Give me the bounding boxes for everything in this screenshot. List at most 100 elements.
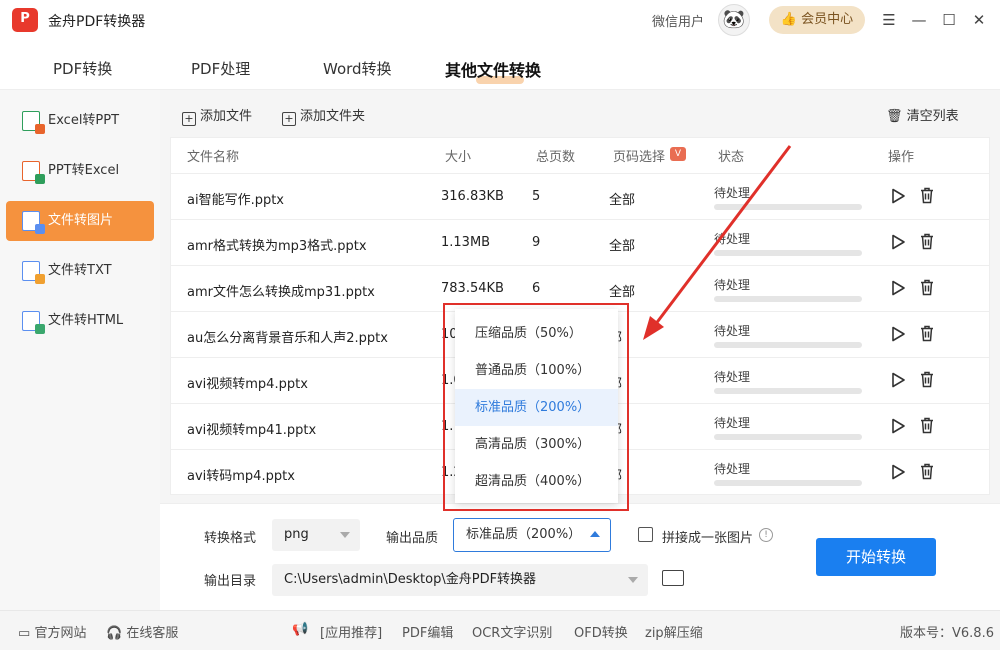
progress-bar — [714, 388, 862, 394]
link-ofd[interactable]: OFD转换 — [574, 622, 628, 641]
recommend-label: [应用推荐] — [320, 622, 382, 641]
sidebar-item-label: 文件转图片 — [48, 213, 113, 228]
info-icon[interactable]: ! — [759, 528, 773, 542]
add-file-icon: + — [182, 112, 196, 126]
tab-word-convert[interactable]: Word转换 — [323, 58, 392, 79]
add-file-label: 添加文件 — [200, 109, 252, 124]
status-text: 待处理 — [714, 184, 750, 201]
delete-icon[interactable] — [920, 325, 934, 342]
cell-name: amr格式转换为mp3格式.pptx — [187, 235, 367, 254]
add-folder-button[interactable]: +添加文件夹 — [282, 105, 365, 126]
quality-select[interactable]: 标准品质（200%） — [453, 518, 611, 552]
cell-name: ai智能写作.pptx — [187, 189, 284, 208]
chevron-up-icon — [590, 531, 600, 537]
online-service-label: 在线客服 — [126, 626, 178, 641]
thumb-up-icon: 👍 — [781, 12, 797, 27]
chevron-down-icon — [628, 577, 638, 583]
cell-size: 1.13MB — [441, 235, 490, 250]
delete-icon[interactable] — [920, 279, 934, 296]
cell-name: avi视频转mp4.pptx — [187, 373, 308, 392]
table-row[interactable]: ai智能写作.pptx 316.83KB 5 全部 待处理 — [171, 173, 989, 219]
menu-icon[interactable]: ☰ — [877, 8, 901, 32]
col-header-size: 大小 — [445, 146, 471, 165]
tab-pdf-process[interactable]: PDF处理 — [191, 58, 250, 79]
html-file-icon — [22, 311, 40, 331]
app-title: 金舟PDF转换器 — [48, 11, 145, 31]
output-dir-select[interactable]: C:\Users\admin\Desktop\金舟PDF转换器 — [272, 564, 648, 596]
play-icon[interactable] — [890, 464, 906, 480]
status-text: 待处理 — [714, 368, 750, 385]
col-header-status: 状态 — [718, 146, 744, 165]
cell-page-range: 全部 — [609, 189, 635, 208]
app-logo-icon: P — [12, 8, 38, 32]
cell-page-range: 全部 — [609, 281, 635, 300]
sidebar-item-file-to-txt[interactable]: 文件转TXT — [6, 251, 154, 291]
delete-icon[interactable] — [920, 233, 934, 250]
table-row[interactable]: amr格式转换为mp3格式.pptx1.13MB9全部待处理 — [171, 219, 989, 265]
cell-size: 316.83KB — [441, 189, 504, 204]
merge-label[interactable]: 拼接成一张图片 — [662, 527, 753, 546]
col-header-name: 文件名称 — [187, 146, 239, 165]
delete-icon[interactable] — [920, 417, 934, 434]
sidebar-item-file-to-image[interactable]: 文件转图片 — [6, 201, 154, 241]
cell-name: avi视频转mp41.pptx — [187, 419, 316, 438]
progress-bar — [714, 250, 862, 256]
cell-name: avi转码mp4.pptx — [187, 465, 295, 484]
monitor-icon: ▭ — [18, 626, 30, 641]
delete-icon[interactable] — [920, 371, 934, 388]
progress-bar — [714, 204, 862, 210]
format-select[interactable]: png — [272, 519, 360, 551]
sidebar-item-ppt-to-excel[interactable]: PPT转Excel — [6, 151, 154, 191]
col-header-pages: 总页数 — [536, 146, 575, 165]
format-label: 转换格式 — [204, 527, 256, 546]
status-text: 待处理 — [714, 322, 750, 339]
status-text: 待处理 — [714, 230, 750, 247]
cell-pages: 5 — [532, 189, 540, 204]
cell-name: amr文件怎么转换成mp31.pptx — [187, 281, 375, 300]
delete-icon[interactable] — [920, 187, 934, 204]
close-icon[interactable]: ✕ — [967, 8, 991, 32]
folder-icon[interactable] — [662, 570, 684, 586]
official-site-link[interactable]: ▭ 官方网站 — [18, 622, 86, 641]
play-icon[interactable] — [890, 326, 906, 342]
excel-file-icon — [22, 111, 40, 131]
maximize-icon[interactable]: ☐ — [937, 8, 961, 32]
vip-center-button[interactable]: 👍 会员中心 — [769, 6, 865, 34]
tab-pdf-convert[interactable]: PDF转换 — [53, 58, 112, 79]
chevron-down-icon — [340, 532, 350, 538]
play-icon[interactable] — [890, 280, 906, 296]
add-file-button[interactable]: + 添加文件 — [182, 105, 252, 126]
play-icon[interactable] — [890, 234, 906, 250]
delete-icon[interactable] — [920, 463, 934, 480]
play-icon[interactable] — [890, 372, 906, 388]
play-icon[interactable] — [890, 188, 906, 204]
link-pdf-edit[interactable]: PDF编辑 — [402, 622, 453, 641]
progress-bar — [714, 480, 862, 486]
cell-size: 783.54KB — [441, 281, 504, 296]
play-icon[interactable] — [890, 418, 906, 434]
progress-bar — [714, 296, 862, 302]
add-folder-label: 添加文件夹 — [300, 109, 365, 124]
headset-icon: 🎧 — [106, 626, 122, 641]
sidebar-item-excel-to-ppt[interactable]: Excel转PPT — [6, 101, 154, 141]
minimize-icon[interactable]: — — [907, 8, 931, 32]
clear-list-button[interactable]: 🗑 清空列表 — [886, 105, 959, 124]
quality-label: 输出品质 — [386, 527, 438, 546]
sidebar-item-file-to-html[interactable]: 文件转HTML — [6, 301, 154, 341]
avatar[interactable]: 🐼 — [718, 4, 750, 36]
start-convert-button[interactable]: 开始转换 — [816, 538, 936, 576]
online-service-link[interactable]: 🎧 在线客服 — [106, 622, 178, 641]
sidebar-item-label: PPT转Excel — [48, 163, 119, 178]
status-text: 待处理 — [714, 460, 750, 477]
user-name[interactable]: 微信用户 — [652, 11, 704, 30]
clear-list-label: 清空列表 — [907, 109, 959, 124]
link-ocr[interactable]: OCR文字识别 — [472, 622, 552, 641]
link-zip[interactable]: zip解压缩 — [645, 622, 703, 641]
output-dir-label: 输出目录 — [204, 570, 256, 589]
quality-value: 标准品质（200%） — [466, 527, 581, 542]
cell-page-range: 全部 — [609, 235, 635, 254]
output-dir-value: C:\Users\admin\Desktop\金舟PDF转换器 — [284, 572, 536, 587]
merge-checkbox[interactable] — [638, 527, 653, 542]
highlight-box — [443, 303, 629, 511]
tab-other-convert[interactable]: 其他文件转换 — [445, 57, 541, 81]
